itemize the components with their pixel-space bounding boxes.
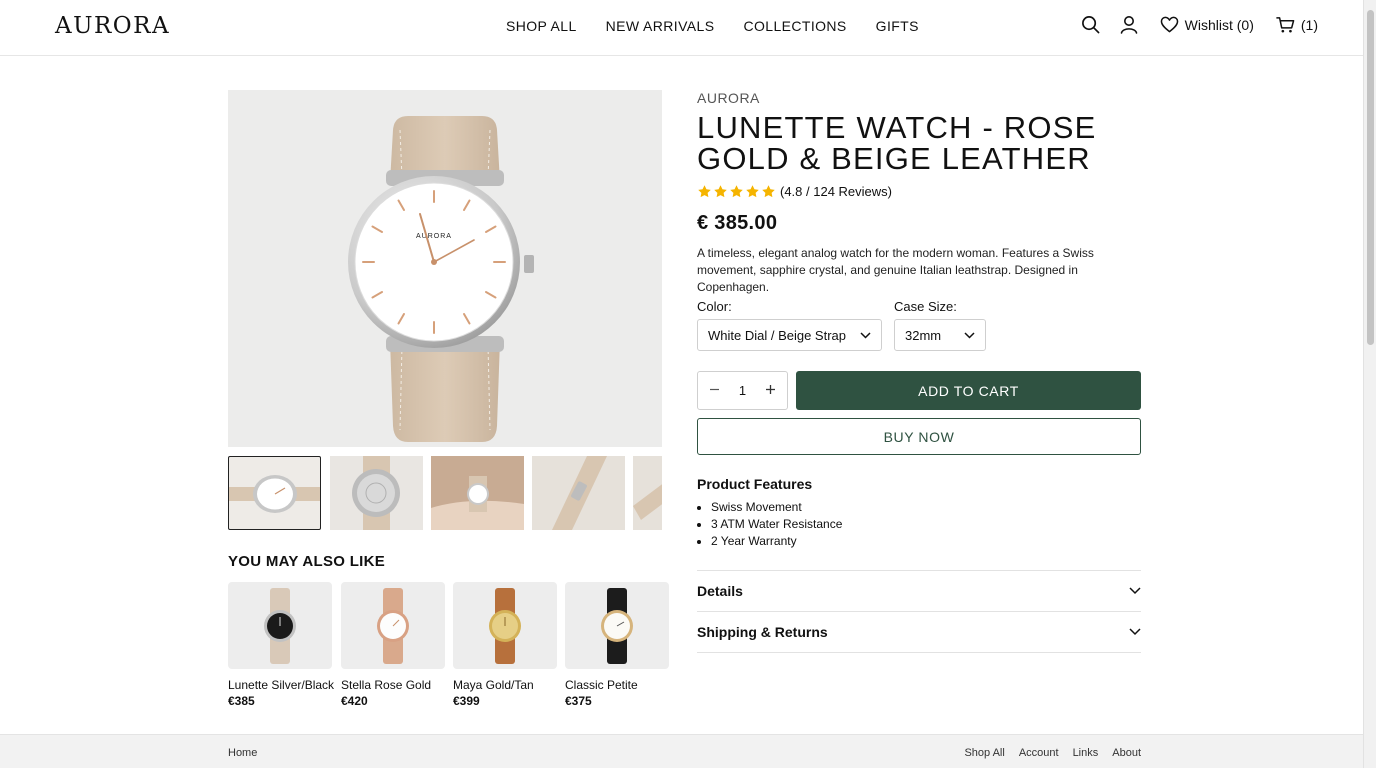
chevron-down-icon [1129,587,1141,595]
thumbnail-clasp-view [552,456,607,530]
search-button[interactable] [1081,15,1100,34]
buy-now-button[interactable]: BUY NOW [697,418,1141,455]
page-scrollbar[interactable] [1363,0,1376,768]
product-main-image[interactable]: AURORA [228,90,662,447]
site-header: AURORA SHOP ALL NEW ARRIVALS COLLECTIONS… [0,0,1363,56]
increase-quantity-button[interactable] [765,382,777,400]
recommendations-title: YOU MAY ALSO LIKE [228,553,386,570]
wishlist-button[interactable]: Wishlist (0) [1160,16,1254,33]
recommendation-card-4[interactable]: Classic Petite €375 [565,582,669,708]
recommendation-image [228,582,332,669]
features-list: Swiss Movement 3 ATM Water Resistance 2 … [711,499,842,550]
recommendation-price: €420 [341,694,368,708]
footer-link-links[interactable]: Links [1073,747,1099,759]
accordion-divider [697,652,1141,653]
product-rating[interactable]: (4.8 / 124 Reviews) [697,184,892,199]
thumbnail-wrist-view [431,456,524,530]
recommendation-name: Stella Rose Gold [341,678,432,692]
recommendation-price: €375 [565,694,592,708]
footer-link-about[interactable]: About [1112,747,1141,759]
cart-count: (1) [1300,16,1318,33]
size-select-value: 32mm [905,327,942,343]
nav-collections[interactable]: COLLECTIONS [743,18,846,34]
recommendation-card-2[interactable]: Stella Rose Gold €420 [341,582,445,708]
add-to-cart-button[interactable]: ADD TO CART [796,371,1141,410]
details-accordion[interactable]: Details [697,570,1141,611]
wishlist-label: Wishlist (0) [1184,16,1254,33]
recommendation-image [453,582,557,669]
plus-icon [766,384,776,394]
thumbnail-back-view [352,456,400,530]
accordion-title: Shipping & Returns [697,624,828,640]
features-title: Product Features [697,476,813,492]
chevron-down-icon [860,331,871,339]
thumbnail-4[interactable] [532,456,625,530]
feature-item: 2 Year Warranty [711,533,842,550]
accordion-title: Details [697,583,743,599]
footer-link-shop-all[interactable]: Shop All [964,747,1004,759]
site-logo[interactable]: AURORA [55,13,170,39]
color-select-value: White Dial / Beige Strap [708,327,847,343]
rating-text: (4.8 / 124 Reviews) [780,184,892,199]
quantity-value[interactable]: 1 [739,383,746,398]
recommendation-name: Classic Petite [565,678,638,692]
watch-illustration: AURORA [348,116,534,442]
color-select[interactable]: White Dial / Beige Strap [697,319,882,351]
user-icon [1120,16,1137,34]
cart-button[interactable]: (1) [1276,16,1318,34]
recommendation-image [565,582,669,669]
dial-brand-text: AURORA [416,233,452,240]
feature-item: 3 ATM Water Resistance [711,516,842,533]
nav-gifts[interactable]: GIFTS [876,18,919,34]
search-icon [1081,16,1100,34]
star-icon [730,185,743,198]
recommendation-card-1[interactable]: Lunette Silver/Black €385 [228,582,335,708]
rating-stars [697,184,776,199]
chevron-down-icon [1129,628,1141,636]
cart-icon [1276,16,1295,33]
shipping-accordion[interactable]: Shipping & Returns [697,611,1141,652]
decrease-quantity-button[interactable] [708,382,720,400]
heart-icon [1160,16,1178,33]
chevron-down-icon [964,331,975,339]
thumbnail-strap-view [633,484,662,520]
header-actions: Wishlist (0) (1) [1081,15,1318,34]
footer-link-account[interactable]: Account [1019,747,1059,759]
thumbnail-3[interactable] [431,456,524,530]
recommendation-card-3[interactable]: Maya Gold/Tan €399 [453,582,557,708]
thumbnail-5[interactable] [633,456,662,530]
main-nav: SHOP ALL NEW ARRIVALS COLLECTIONS GIFTS [506,18,919,34]
color-label: Color: [697,299,732,314]
thumbnail-side-view [229,475,320,513]
quantity-stepper: 1 [697,371,788,410]
recommendation-name: Maya Gold/Tan [453,678,534,692]
size-label: Case Size: [894,299,957,314]
recommendation-image [341,582,445,669]
star-icon [698,185,711,198]
nav-shop-all[interactable]: SHOP ALL [506,18,577,34]
recommendation-name: Lunette Silver/Black [228,678,335,692]
nav-new-arrivals[interactable]: NEW ARRIVALS [606,18,715,34]
footer-home-link[interactable]: Home [228,747,257,759]
size-select[interactable]: 32mm [894,319,986,351]
feature-item: Swiss Movement [711,499,842,516]
recommendation-price: €399 [453,694,480,708]
star-icon [746,185,759,198]
product-title: LUNETTE WATCH - ROSE GOLD & BEIGE LEATHE… [697,110,1097,176]
minus-icon [709,388,719,390]
thumbnail-2[interactable] [330,456,423,530]
footer-links: Shop All Account Links About [964,747,1141,759]
star-icon [762,185,775,198]
product-price: € 385.00 [697,212,778,234]
scrollbar-thumb[interactable] [1367,10,1374,345]
product-description: A timeless, elegant analog watch for the… [697,246,1094,294]
account-button[interactable] [1120,15,1138,34]
thumbnail-strip [228,456,662,530]
recommendation-price: €385 [228,694,255,708]
star-icon [714,185,727,198]
product-brand[interactable]: AURORA [697,90,760,106]
thumbnail-1[interactable] [228,456,321,530]
site-footer: Home Shop All Account Links About [0,734,1363,768]
